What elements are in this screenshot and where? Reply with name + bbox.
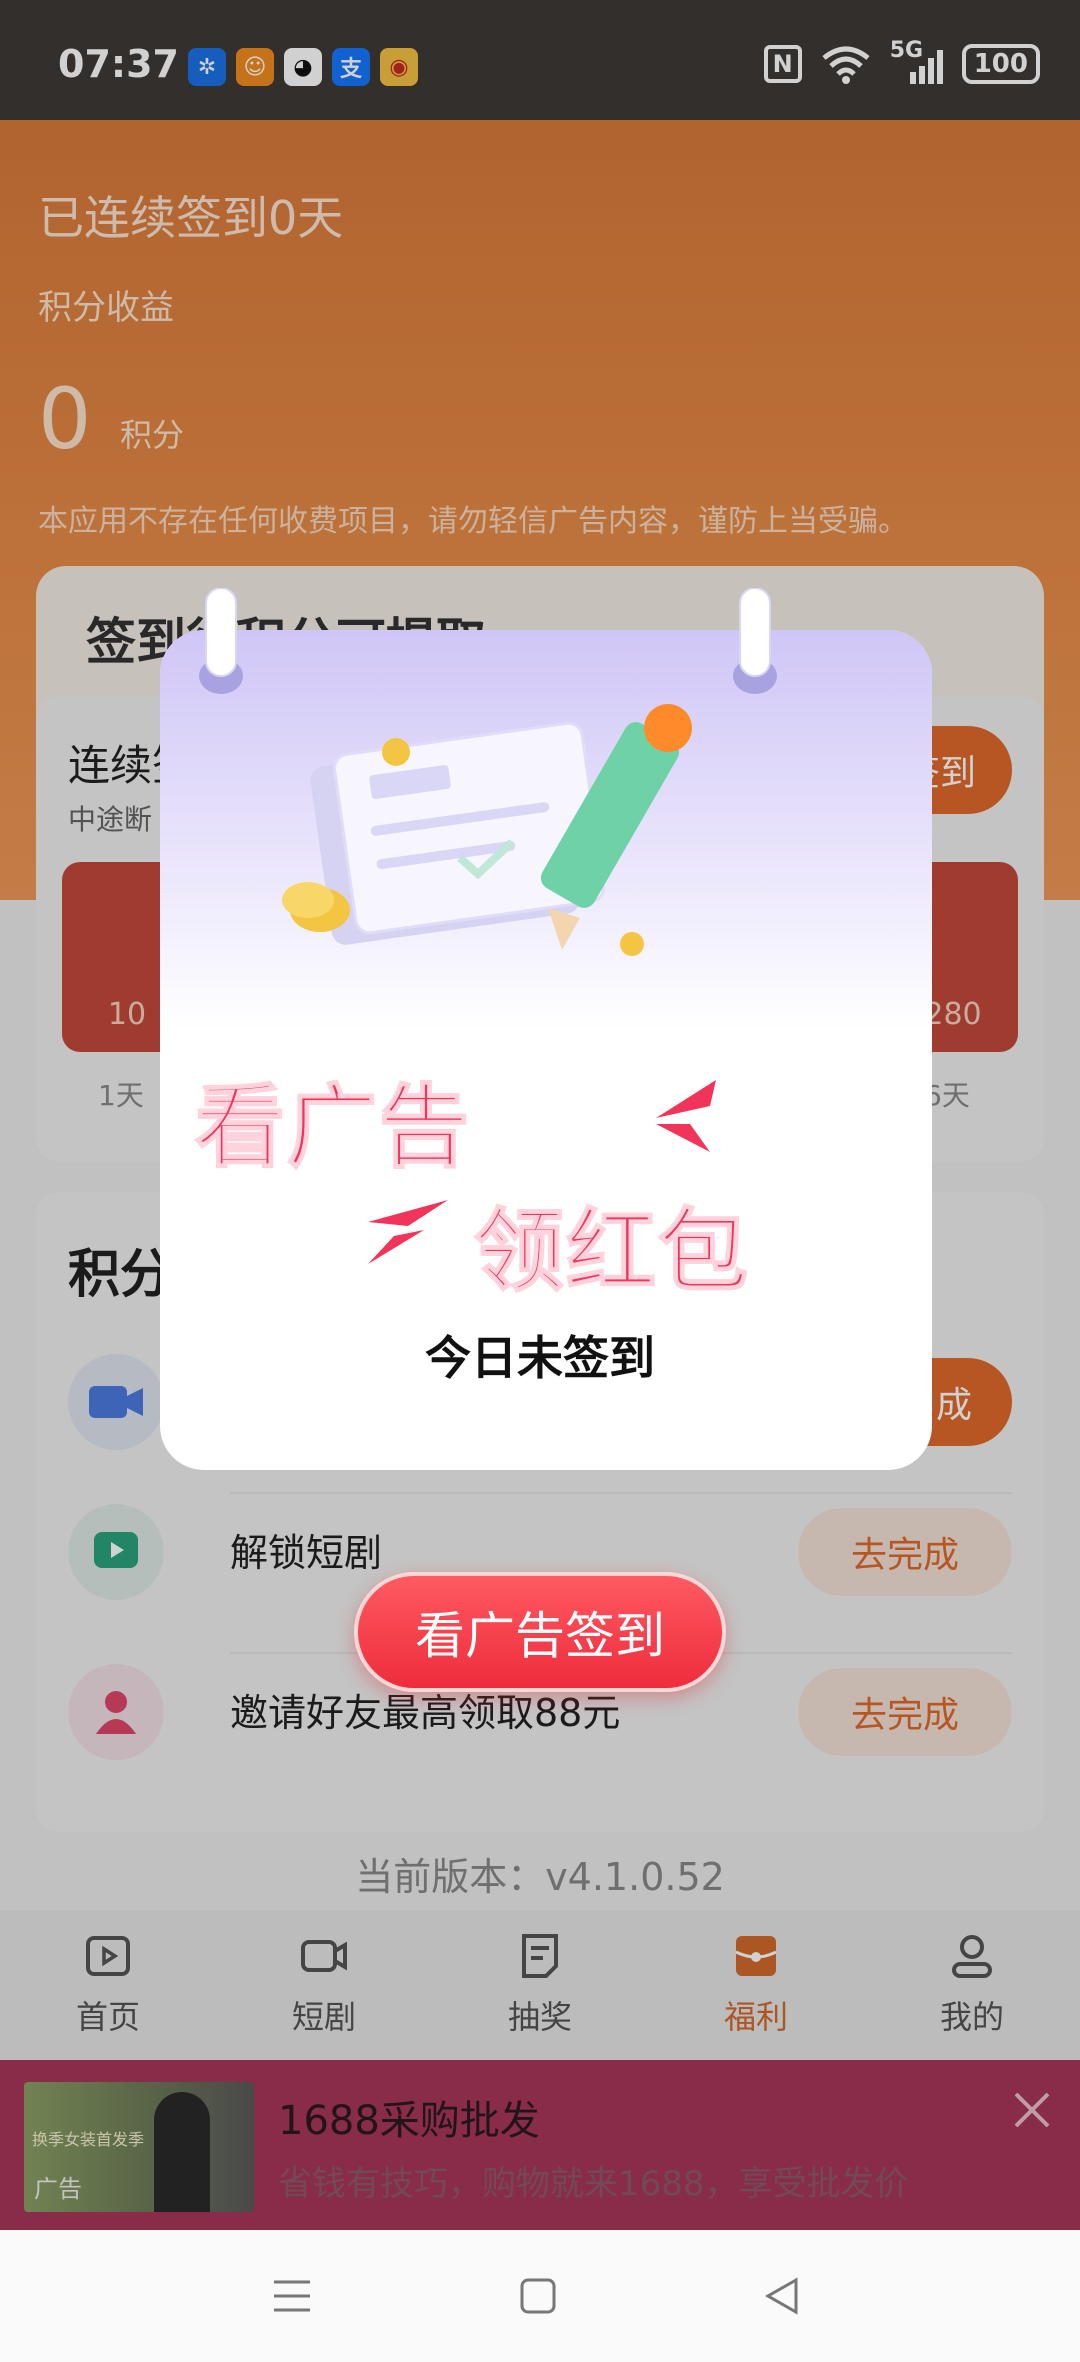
binder-ring-left [199,588,243,694]
home-square-icon[interactable] [518,2276,558,2316]
back-triangle-icon[interactable] [762,2276,802,2316]
slogan-get-red-packet: 领红包 [473,1198,750,1305]
menu-icon[interactable] [272,2276,312,2316]
document-pencil-illustration [282,704,692,956]
slogan-accent-right [656,1080,716,1152]
binder-ring-right [733,588,777,694]
watch-ad-sign-in-button[interactable]: 看广告签到 [354,1572,726,1692]
slogan-watch-ads: 看广告 [194,1074,471,1181]
slogan-accent-left [368,1200,448,1264]
sign-status: 今日未签到 [425,1331,655,1385]
system-nav-bar [0,2230,1080,2362]
